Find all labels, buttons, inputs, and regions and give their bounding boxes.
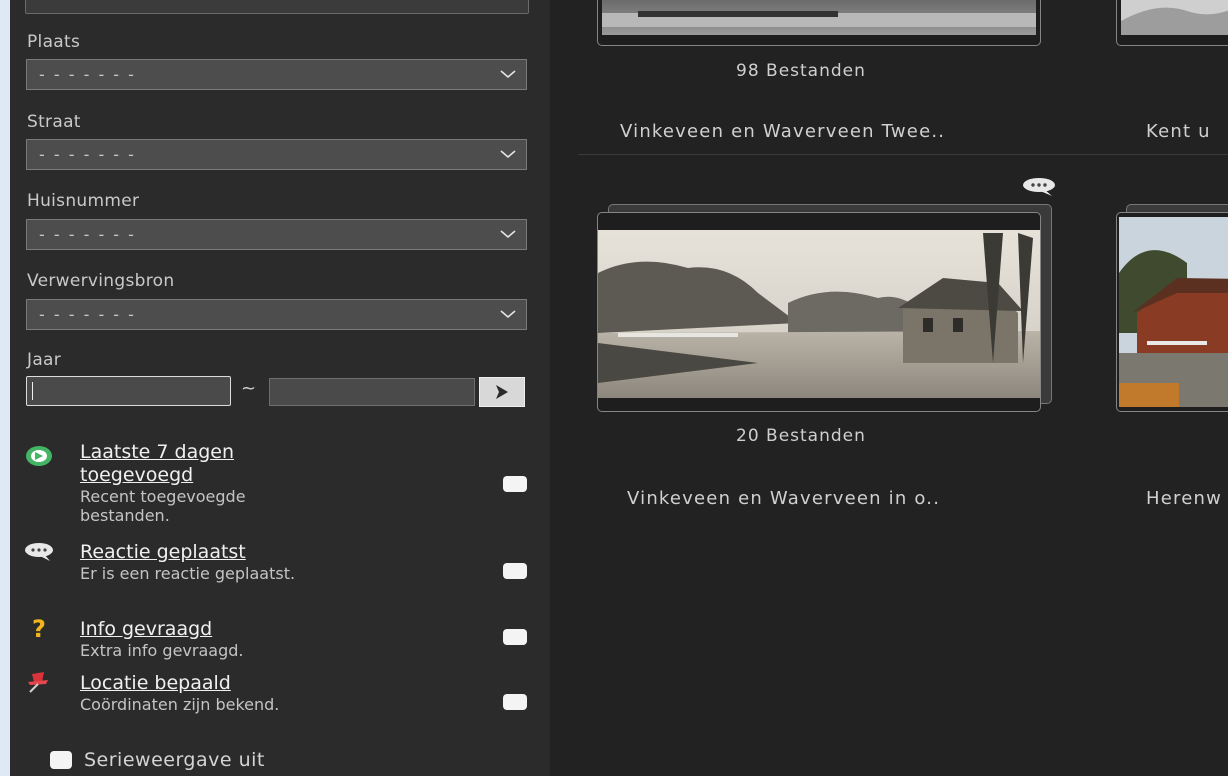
photo-thumbnail <box>1119 217 1228 407</box>
huisnummer-label: Huisnummer <box>27 191 140 211</box>
jaar-to-input[interactable] <box>269 378 475 406</box>
chevron-right-icon <box>496 385 508 399</box>
jaar-label: Jaar <box>27 350 62 370</box>
serie-label: Serieweergave uit <box>84 749 265 771</box>
card-thumbnail[interactable] <box>597 212 1041 412</box>
photo-thumbnail <box>598 230 1040 398</box>
straat-select-value: - - - - - - - <box>39 145 136 164</box>
serie-checkbox[interactable] <box>50 751 72 769</box>
row-divider <box>578 154 1228 155</box>
filter-info-gevraagd-title[interactable]: Info gevraagd <box>80 618 340 641</box>
filter-locatie-desc: Coördinaten zijn bekend. <box>80 695 280 714</box>
filter-locatie-checkbox[interactable] <box>503 694 527 710</box>
filter-locatie-title[interactable]: Locatie bepaald <box>80 672 340 695</box>
results-grid: 98 Bestanden Vinkeveen en Waverveen Twee… <box>550 0 1228 776</box>
photo-thumbnail <box>1121 0 1228 35</box>
filter-info-gevraagd-checkbox[interactable] <box>503 629 527 645</box>
straat-label: Straat <box>27 112 81 132</box>
chevron-down-icon <box>500 310 516 319</box>
card-title[interactable]: Herenw <box>1146 488 1222 509</box>
clock-arrow-icon <box>26 446 52 466</box>
plaats-select[interactable]: - - - - - - - <box>26 59 527 90</box>
chevron-down-icon <box>500 230 516 239</box>
card-file-count: 20 Bestanden <box>736 426 866 446</box>
card-thumbnail[interactable] <box>1116 0 1228 46</box>
card-thumbnail[interactable] <box>1116 212 1228 412</box>
verwervingsbron-select-value: - - - - - - - <box>39 305 136 324</box>
chevron-down-icon <box>500 150 516 159</box>
huisnummer-select-value: - - - - - - - <box>39 225 136 244</box>
pushpin-icon <box>28 672 48 693</box>
svg-text:?: ? <box>32 615 46 639</box>
filter-recent-added-desc: Recent toegevoegde bestanden. <box>80 487 246 525</box>
verwervingsbron-select[interactable]: - - - - - - - <box>26 299 527 330</box>
filter-reactie-title[interactable]: Reactie geplaatst <box>80 541 340 564</box>
jaar-separator: ~ <box>241 378 257 399</box>
question-mark-icon: ? <box>32 615 46 639</box>
search-input-top[interactable] <box>25 0 529 14</box>
jaar-submit-button[interactable] <box>479 377 525 407</box>
filter-info-gevraagd-desc: Extra info gevraagd. <box>80 641 244 660</box>
speech-bubble-icon <box>25 543 53 561</box>
chevron-down-icon <box>500 70 516 79</box>
filter-reactie-checkbox[interactable] <box>503 563 527 579</box>
filter-reactie-desc: Er is een reactie geplaatst. <box>80 564 296 583</box>
jaar-from-input[interactable] <box>26 376 231 406</box>
speech-bubble-icon <box>1023 178 1055 196</box>
card-title[interactable]: Kent u <box>1146 121 1211 142</box>
card-title[interactable]: Vinkeveen en Waverveen in o.. <box>627 488 940 509</box>
straat-select[interactable]: - - - - - - - <box>26 139 527 170</box>
photo-thumbnail <box>602 0 1036 35</box>
filter-recent-added-checkbox[interactable] <box>503 476 527 492</box>
text-caret <box>32 382 33 400</box>
verwervingsbron-label: Verwervingsbron <box>27 271 175 291</box>
plaats-select-value: - - - - - - - <box>39 65 136 84</box>
huisnummer-select[interactable]: - - - - - - - <box>26 219 527 250</box>
card-thumbnail[interactable] <box>597 0 1041 46</box>
filter-sidebar: Plaats - - - - - - - Straat - - - - - - … <box>10 0 550 776</box>
filter-recent-added-title[interactable]: Laatste 7 dagen toegevoegd <box>80 441 340 487</box>
card-file-count: 98 Bestanden <box>736 61 866 81</box>
plaats-label: Plaats <box>27 32 81 52</box>
card-title[interactable]: Vinkeveen en Waverveen Twee.. <box>620 121 945 142</box>
